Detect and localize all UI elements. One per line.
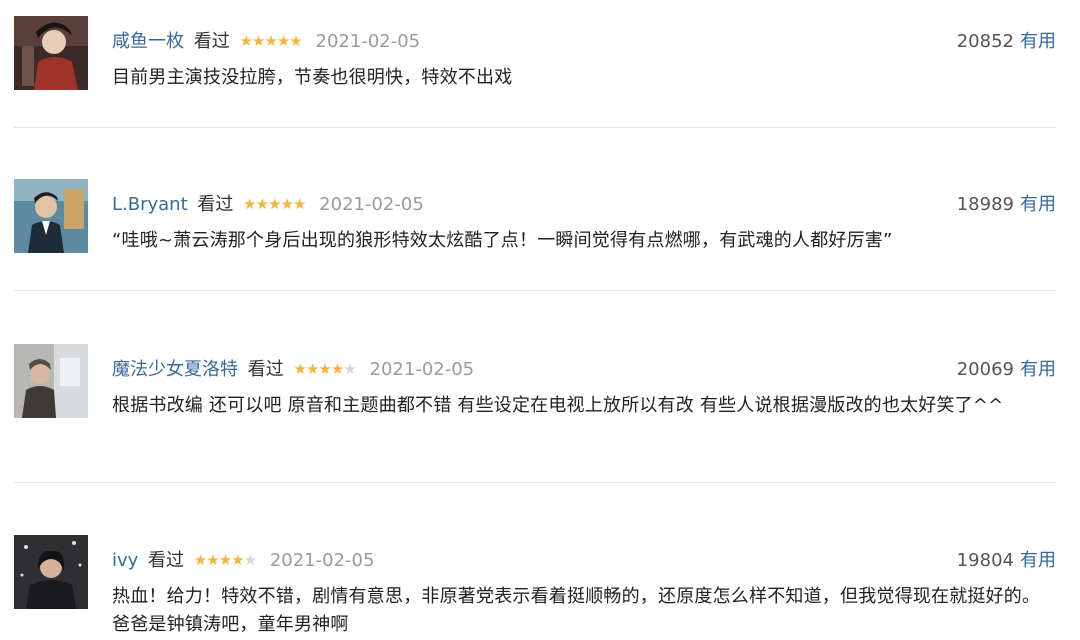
- useful-button[interactable]: 有用: [1020, 31, 1056, 52]
- watch-status: 看过: [148, 550, 185, 571]
- rating-stars: ★★★★★: [194, 551, 260, 569]
- vote-area: 20069 有用: [957, 358, 1056, 382]
- review-header: 魔法少女夏洛特 看过 ★★★★★ 2021-02-05 20069 有用: [112, 358, 1056, 382]
- star-icon: ★: [289, 32, 302, 50]
- review-header: ivy 看过 ★★★★★ 2021-02-05 19804 有用: [112, 549, 1056, 573]
- divider: [14, 290, 1056, 291]
- review-header: 咸鱼一枚 看过 ★★★★★ 2021-02-05 20852 有用: [112, 30, 1056, 54]
- star-icon: ★: [251, 32, 265, 50]
- star-icon: ★: [264, 32, 277, 50]
- star-icon: ★: [218, 551, 232, 569]
- star-icon: ★: [193, 551, 207, 569]
- username-link[interactable]: L.Bryant: [112, 194, 188, 215]
- star-icon: ★: [293, 360, 306, 378]
- star-icon: ★: [206, 551, 219, 569]
- username-link[interactable]: 咸鱼一枚: [112, 31, 184, 52]
- review-content: 热血！给力！特效不错，剧情有意思，非原著党表示看着挺顺畅的，还原度怎么样不知道，…: [112, 586, 1041, 635]
- review-item: 魔法少女夏洛特 看过 ★★★★★ 2021-02-05 20069 有用 根据书改…: [0, 344, 1080, 464]
- review-date: 2021-02-05: [319, 194, 424, 215]
- vote-count: 18989: [956, 194, 1014, 215]
- star-icon: ★: [243, 195, 256, 213]
- star-icon: ★: [330, 360, 344, 378]
- review-content: 目前男主演技没拉胯，节奏也很明快，特效不出戏: [112, 67, 513, 88]
- review-item: L.Bryant 看过 ★★★★★ 2021-02-05 18989 有用 “哇哦…: [0, 179, 1080, 279]
- vote-count: 19804: [956, 550, 1014, 571]
- avatar[interactable]: [14, 344, 88, 418]
- review-date: 2021-02-05: [269, 550, 375, 571]
- review-date: 2021-02-05: [369, 359, 475, 380]
- star-icon: ★: [239, 32, 252, 50]
- star-icon: ★: [268, 195, 281, 213]
- review-content: “哇哦~萧云涛那个身后出现的狼形特效太炫酷了点！一瞬间觉得有点燃哪，有武魂的人都…: [112, 230, 893, 251]
- watch-status: 看过: [197, 194, 234, 215]
- vote-count: 20069: [956, 359, 1014, 380]
- star-icon: ★: [305, 360, 319, 378]
- rating-stars: ★★★★★: [239, 32, 305, 50]
- review-item: ivy 看过 ★★★★★ 2021-02-05 19804 有用 热血！给力！特效…: [0, 535, 1080, 640]
- vote-area: 18989 有用: [957, 193, 1056, 217]
- avatar[interactable]: [14, 16, 88, 90]
- rating-stars: ★★★★★: [293, 360, 359, 378]
- rating-stars: ★★★★★: [243, 195, 309, 213]
- star-icon: ★: [243, 551, 257, 569]
- divider: [14, 127, 1056, 128]
- star-icon: ★: [292, 195, 306, 213]
- star-icon: ★: [255, 195, 269, 213]
- divider: [14, 482, 1056, 483]
- useful-button[interactable]: 有用: [1020, 194, 1056, 215]
- review-content: 根据书改编 还可以吧 原音和主题曲都不错 有些设定在电视上放所以有改 有些人说根…: [112, 395, 1004, 416]
- avatar[interactable]: [14, 535, 88, 609]
- useful-button[interactable]: 有用: [1020, 359, 1056, 380]
- star-icon: ★: [318, 360, 331, 378]
- star-icon: ★: [231, 551, 244, 569]
- watch-status: 看过: [193, 31, 230, 52]
- review-item: 咸鱼一枚 看过 ★★★★★ 2021-02-05 20852 有用 目前男主演技没…: [0, 16, 1080, 116]
- review-header: L.Bryant 看过 ★★★★★ 2021-02-05 18989 有用: [112, 193, 1056, 217]
- username-link[interactable]: ivy: [112, 550, 138, 571]
- vote-area: 20852 有用: [957, 30, 1056, 54]
- vote-count: 20852: [956, 31, 1014, 52]
- username-link[interactable]: 魔法少女夏洛特: [112, 359, 238, 380]
- star-icon: ★: [280, 195, 293, 213]
- star-icon: ★: [276, 32, 290, 50]
- useful-button[interactable]: 有用: [1020, 550, 1056, 571]
- star-icon: ★: [343, 360, 356, 378]
- vote-area: 19804 有用: [957, 549, 1056, 573]
- review-date: 2021-02-05: [315, 31, 421, 52]
- avatar[interactable]: [14, 179, 88, 253]
- watch-status: 看过: [247, 359, 284, 380]
